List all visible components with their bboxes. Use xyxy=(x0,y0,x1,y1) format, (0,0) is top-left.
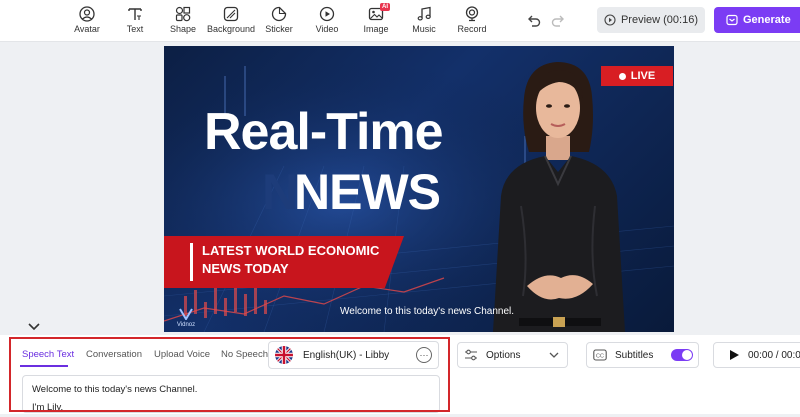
subtitles-label: Subtitles xyxy=(615,349,654,361)
tool-video[interactable]: Video xyxy=(301,6,353,35)
script-panel: Speech Text Conversation Upload Voice No… xyxy=(0,335,800,414)
more-options-icon[interactable]: ··· xyxy=(416,347,432,363)
tab-conversation[interactable]: Conversation xyxy=(86,349,142,360)
options-dropdown[interactable]: Options xyxy=(457,342,568,368)
tool-label: Text xyxy=(126,24,144,34)
tool-text[interactable]: Text xyxy=(109,6,161,35)
playback-time: 00:00 / 00:06 xyxy=(748,349,800,361)
shape-icon xyxy=(175,6,191,22)
undo-icon[interactable] xyxy=(526,13,542,29)
tool-music[interactable]: Music xyxy=(398,6,450,35)
tab-no-speech[interactable]: No Speech xyxy=(221,349,268,360)
tool-label: Video xyxy=(315,24,339,34)
banner-text: LATEST WORLD ECONOMIC NEWS TODAY xyxy=(202,242,379,278)
preview-button[interactable]: Preview (00:16) xyxy=(597,7,705,33)
sliders-icon xyxy=(465,349,477,361)
tool-label: Music xyxy=(412,24,436,34)
banner-line2: NEWS TODAY xyxy=(202,261,289,276)
tool-label: Shape xyxy=(169,24,197,34)
watermark-text: Vidnoz xyxy=(176,322,196,328)
tool-avatar[interactable]: Avatar xyxy=(61,6,113,35)
tool-sticker[interactable]: Sticker xyxy=(253,6,305,35)
generate-label: Generate xyxy=(743,14,791,26)
banner-stripe xyxy=(190,243,193,281)
ai-badge: AI xyxy=(380,3,390,11)
subtitles-icon: CC xyxy=(593,349,607,361)
collapse-chevron-icon[interactable] xyxy=(22,319,46,335)
music-icon xyxy=(417,6,431,21)
generate-button[interactable]: Generate xyxy=(714,7,800,33)
tool-label: Record xyxy=(457,24,487,34)
audio-player: 00:00 / 00:06 xyxy=(713,342,800,368)
voice-label: English(UK) - Libby xyxy=(303,349,390,361)
tool-label: Background xyxy=(206,24,256,34)
speech-text-area[interactable]: Welcome to this today's news Channel. I'… xyxy=(22,375,440,413)
watermark-logo: Vidnoz xyxy=(172,308,200,330)
subtitles-control: CC Subtitles xyxy=(586,342,699,368)
speech-line: I'm Lily. xyxy=(32,402,64,413)
video-caption: Welcome to this today's news Channel. xyxy=(340,306,515,317)
chevron-down-icon xyxy=(549,352,559,358)
sticker-icon xyxy=(271,6,287,22)
avatar-icon xyxy=(79,6,95,22)
speech-line: Welcome to this today's news Channel. xyxy=(32,384,198,395)
play-icon[interactable] xyxy=(728,349,740,361)
tool-shape[interactable]: Shape xyxy=(157,6,209,35)
background-icon xyxy=(223,6,239,22)
tab-speech-text[interactable]: Speech Text xyxy=(22,349,74,360)
text-icon xyxy=(128,8,142,20)
tool-image[interactable]: AI Image xyxy=(350,3,402,35)
tool-background[interactable]: Background xyxy=(205,6,257,35)
watermark-icon xyxy=(179,308,193,321)
video-icon xyxy=(319,6,335,22)
top-toolbar: Avatar Text Shape Background Sticker Vid… xyxy=(0,0,800,42)
script-tabs: Speech Text Conversation Upload Voice No… xyxy=(0,335,800,371)
active-tab-underline xyxy=(20,365,68,367)
subtitles-toggle[interactable] xyxy=(671,349,693,361)
video-frame[interactable]: LIVE Real-Time N NEWS LATEST WORLD ECONO… xyxy=(164,46,674,332)
tool-record[interactable]: Record xyxy=(446,6,498,35)
redo-icon[interactable] xyxy=(550,13,566,29)
tool-label: Avatar xyxy=(74,24,100,34)
play-circle-icon xyxy=(604,14,616,26)
options-label: Options xyxy=(486,349,521,361)
voice-select[interactable]: English(UK) - Libby ··· xyxy=(268,341,439,369)
presenter-avatar[interactable] xyxy=(449,56,674,332)
record-icon xyxy=(465,6,479,22)
canvas-area: LIVE Real-Time N NEWS LATEST WORLD ECONO… xyxy=(0,43,800,335)
svg-text:CC: CC xyxy=(596,354,604,360)
banner-line1: LATEST WORLD ECONOMIC xyxy=(202,243,380,258)
headline-line2: NEWS xyxy=(294,164,441,220)
uk-flag-icon xyxy=(275,346,293,364)
tab-upload-voice[interactable]: Upload Voice xyxy=(154,349,210,360)
generate-icon xyxy=(726,14,738,26)
preview-label: Preview (00:16) xyxy=(620,14,699,26)
headline-ghost-letter: N xyxy=(262,164,299,220)
headline-line1: Real-Time xyxy=(204,103,444,161)
tool-label: Sticker xyxy=(265,24,293,34)
tool-label: Image xyxy=(363,24,389,34)
